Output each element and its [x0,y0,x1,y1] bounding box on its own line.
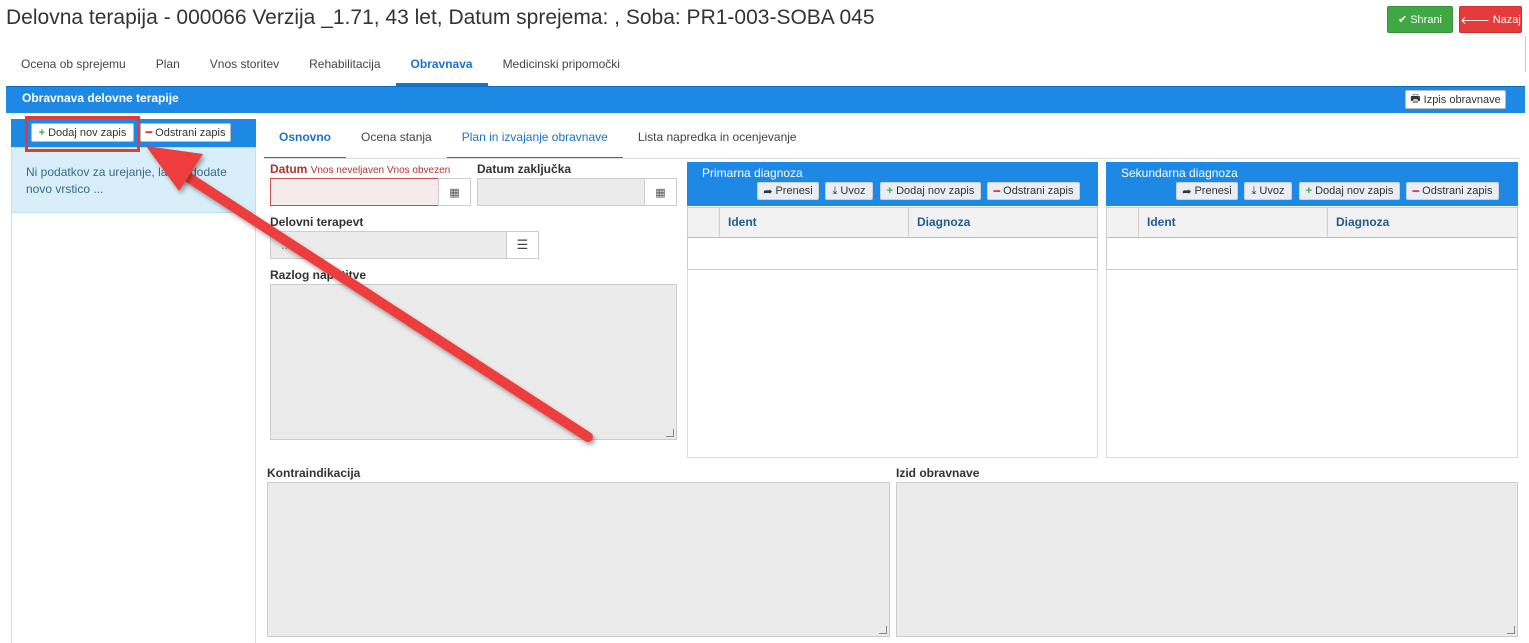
minus-icon: ━ [1412,185,1420,198]
datum-input[interactable] [270,178,439,206]
primary-transfer-button[interactable]: ➦ Prenesi [757,182,819,200]
primary-col-diagnoza[interactable]: Diagnoza [917,215,970,229]
print-icon: 🖶 [1410,93,1421,105]
tab-ocena-stanja[interactable]: Ocena stanja [346,122,447,159]
primary-import-button[interactable]: ⤓ Uvoz [825,182,873,200]
izid-label: Izid obravnave [896,466,980,480]
check-icon: ✔ [1397,14,1408,26]
tab-lista-napredka[interactable]: Lista napredka in ocenjevanje [623,122,812,159]
calendar-icon: ▦ [449,186,460,199]
secondary-import-button[interactable]: ⤓ Uvoz [1244,182,1292,200]
razlog-label: Razlog napotitve [270,268,367,282]
resize-handle[interactable] [879,626,887,634]
divider [1327,207,1328,238]
datum-calendar-button[interactable]: ▦ [438,178,471,206]
divider [264,158,1520,159]
arrow-left-icon: 🡐 [1460,14,1490,27]
plus-icon: + [1305,185,1313,197]
page-title: Delovna terapija - 000066 Verzija _1.71,… [6,6,875,29]
calendar-icon: ▦ [655,186,666,199]
tab-vnos-storitev[interactable]: Vnos storitev [195,48,294,86]
tab-plan[interactable]: Plan [141,48,195,86]
minus-icon: ━ [993,185,1001,198]
razlog-textarea[interactable] [270,284,677,440]
primary-diagnosis-title: Primarna diagnoza [702,166,803,180]
sub-tabs: Osnovno Ocena stanja Plan in izvajanje o… [264,122,812,159]
secondary-grid-body [1106,238,1518,270]
datum-zakljucka-input[interactable] [477,178,645,206]
terapevt-label: Delovni terapevt [270,215,364,229]
empty-records-message: Ni podatkov za urejanje, lahko dodate no… [11,147,256,213]
kontraindikacija-label: Kontraindikacija [267,466,361,480]
print-button[interactable]: 🖶 Izpis obravnave [1405,90,1506,109]
terapevt-list-button[interactable]: ☰ [506,231,539,259]
list-icon: ☰ [516,237,529,252]
datum-zakljucka-label: Datum zaključka [477,162,572,176]
resize-handle[interactable] [1507,626,1515,634]
save-button[interactable]: ✔ Shrani [1387,6,1453,33]
divider [1138,207,1139,238]
minus-icon: ━ [145,127,153,139]
primary-add-button[interactable]: + Dodaj nov zapis [880,182,981,200]
plus-icon: + [886,185,894,197]
izid-textarea[interactable] [896,482,1518,637]
tab-plan-in-izvajanje[interactable]: Plan in izvajanje obravnave [446,122,623,159]
highlight-box [25,116,140,152]
divider [719,207,720,238]
section-title: Obravnava delovne terapije [22,91,179,105]
download-icon: ⤓ [832,184,838,197]
share-icon: ➦ [763,185,773,198]
remove-record-button[interactable]: ━ Odstrani zapis [140,123,231,142]
tab-medicinski-pripomocki[interactable]: Medicinski pripomočki [488,48,635,86]
terapevt-input[interactable]: ... [270,231,507,259]
tab-obravnava[interactable]: Obravnava [395,48,488,86]
secondary-col-ident[interactable]: Ident [1147,215,1176,229]
secondary-col-diagnoza[interactable]: Diagnoza [1336,215,1389,229]
divider [1525,36,1526,72]
resize-handle[interactable] [666,429,674,437]
secondary-remove-button[interactable]: ━ Odstrani zapis [1406,182,1499,200]
tab-rehabilitacija[interactable]: Rehabilitacija [294,48,395,86]
tab-ocena-ob-sprejemu[interactable]: Ocena ob sprejemu [6,48,141,86]
datum-label: Datum Vnos neveljaven Vnos obvezen [270,162,451,176]
primary-remove-button[interactable]: ━ Odstrani zapis [987,182,1080,200]
datum-error-text: Vnos neveljaven Vnos obvezen [310,165,451,176]
kontraindikacija-textarea[interactable] [267,482,890,637]
primary-col-ident[interactable]: Ident [728,215,757,229]
tab-osnovno[interactable]: Osnovno [264,122,347,159]
share-icon: ➦ [1182,185,1192,198]
secondary-transfer-button[interactable]: ➦ Prenesi [1176,182,1238,200]
section-header [6,86,1525,113]
main-tabs: Ocena ob sprejemu Plan Vnos storitev Reh… [6,48,635,86]
download-icon: ⤓ [1251,184,1257,197]
secondary-diagnosis-title: Sekundarna diagnoza [1121,166,1238,180]
secondary-add-button[interactable]: + Dodaj nov zapis [1299,182,1400,200]
divider [908,207,909,238]
datum-zakljucka-calendar-button[interactable]: ▦ [644,178,677,206]
primary-grid-body [687,238,1098,270]
back-button[interactable]: 🡐 Nazaj [1459,6,1522,33]
